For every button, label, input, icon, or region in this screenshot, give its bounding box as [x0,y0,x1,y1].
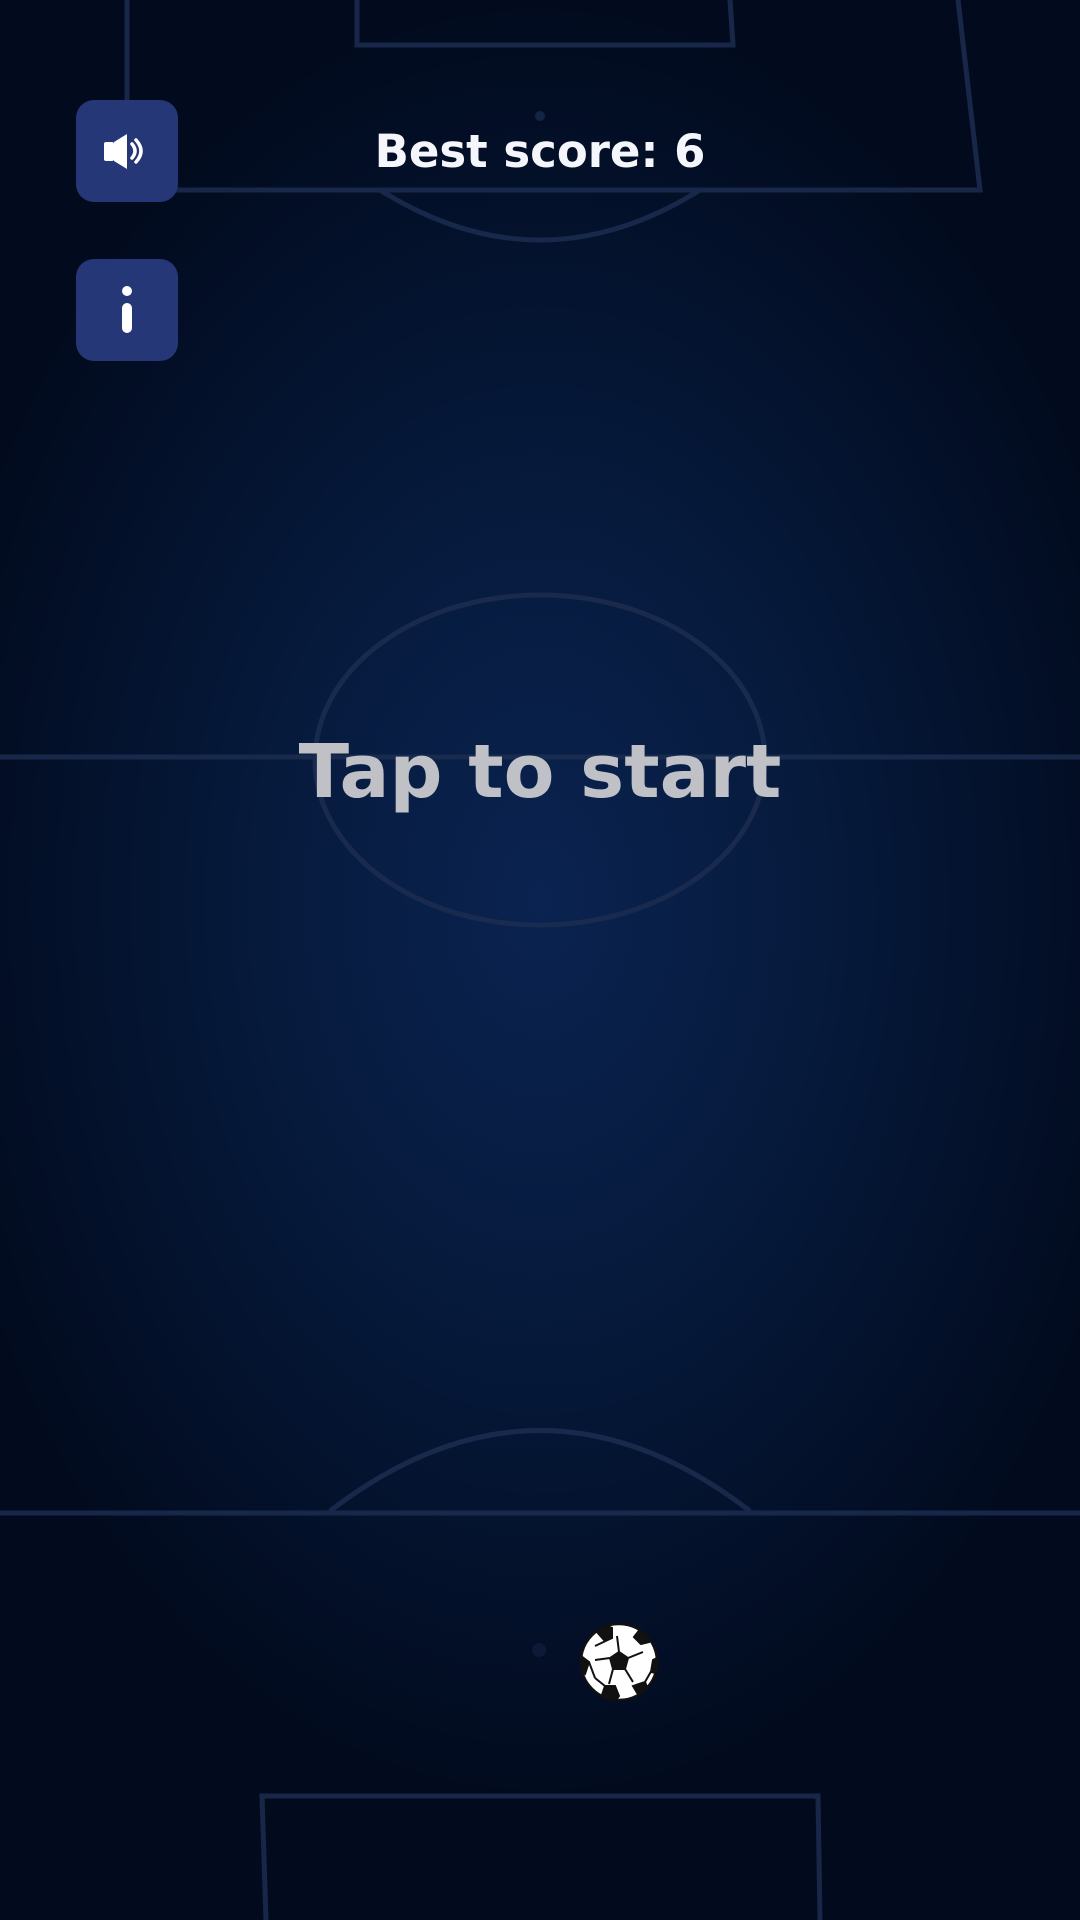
bottom-penalty-arc [328,1428,752,1513]
bottom-goal-box [259,1793,823,1920]
center-spot [535,111,545,121]
game-screen[interactable]: Best score: 6 Tap to start [0,0,1080,1920]
penalty-spot [532,1643,546,1657]
info-icon [122,286,132,333]
info-button[interactable] [76,259,178,361]
top-goal-box [354,0,736,48]
tap-to-start-prompt[interactable]: Tap to start [0,727,1080,817]
top-penalty-arc [378,187,702,243]
soccer-ball-icon[interactable] [579,1622,659,1702]
best-score-label: Best score: 6 [374,125,706,178]
